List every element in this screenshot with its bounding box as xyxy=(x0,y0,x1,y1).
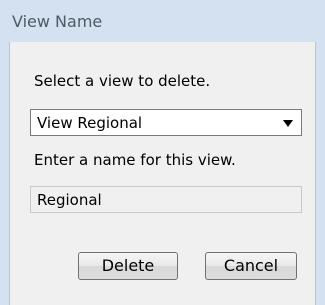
title-bar[interactable]: View Name xyxy=(0,0,325,42)
chevron-down-icon[interactable] xyxy=(283,120,293,127)
view-select-dropdown[interactable]: View Regional xyxy=(30,109,302,136)
cancel-button[interactable]: Cancel xyxy=(205,252,297,280)
window-title: View Name xyxy=(12,12,103,31)
view-name-field[interactable]: Regional xyxy=(30,186,302,213)
dialog-body: Select a view to delete. View Regional E… xyxy=(9,42,316,305)
view-name-value: Regional xyxy=(37,191,102,209)
selected-view-value: View Regional xyxy=(37,114,143,132)
select-view-label: Select a view to delete. xyxy=(34,72,211,90)
delete-button[interactable]: Delete xyxy=(78,252,178,280)
view-name-dialog: View Name Select a view to delete. View … xyxy=(0,0,325,305)
view-name-label: Enter a name for this view. xyxy=(34,151,236,169)
